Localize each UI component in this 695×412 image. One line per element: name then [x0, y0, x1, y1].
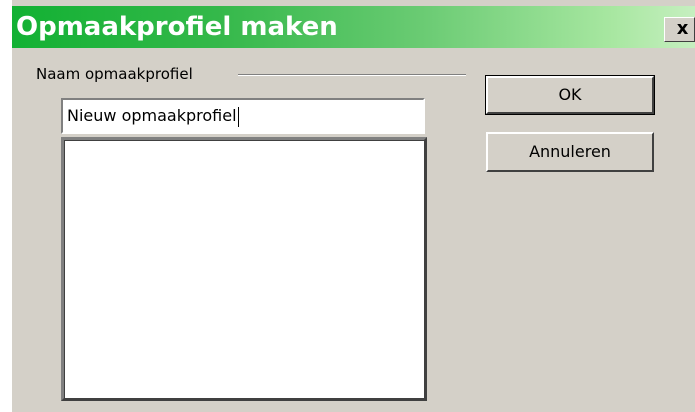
text-caret: [237, 106, 239, 127]
style-name-value: Nieuw opmaakprofiel: [67, 106, 237, 125]
existing-styles-list[interactable]: [61, 137, 427, 401]
cancel-button[interactable]: Annuleren: [486, 132, 654, 172]
ok-button[interactable]: OK: [485, 75, 655, 115]
close-button[interactable]: x: [664, 17, 695, 42]
create-style-dialog: Opmaakprofiel maken x Naam opmaakprofiel…: [0, 0, 695, 412]
style-name-input[interactable]: Nieuw opmaakprofiel: [61, 98, 425, 134]
title-bar[interactable]: Opmaakprofiel maken: [12, 6, 695, 48]
close-icon: x: [676, 18, 689, 39]
dialog-title: Opmaakprofiel maken: [16, 12, 338, 42]
dialog-content: Naam opmaakprofiel Nieuw opmaakprofiel O…: [12, 48, 695, 412]
background-strip: [0, 0, 12, 412]
style-name-group-label: Naam opmaakprofiel: [36, 65, 193, 83]
group-divider: [238, 74, 466, 76]
